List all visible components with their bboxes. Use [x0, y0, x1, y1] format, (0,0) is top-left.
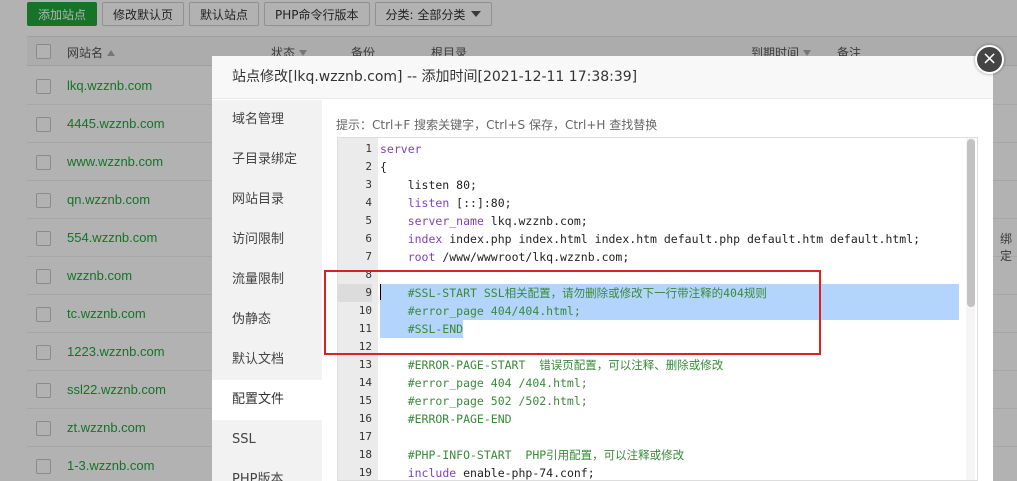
code-token: enable-php-74.conf; [456, 466, 595, 480]
code-line: 19 include enable-php-74.conf; [338, 464, 968, 480]
code-token: index.php index.html index.htm default.p… [442, 232, 921, 246]
sidebar-tab[interactable]: 默认文档 [212, 340, 322, 380]
code-token: [::]:80; [449, 196, 512, 210]
line-code: #PHP-INFO-START PHP引用配置，可以注释或修改 [380, 446, 684, 464]
line-number: 18 [358, 448, 372, 461]
code-token: listen 80; [380, 178, 477, 192]
line-code: include enable-php-74.conf; [380, 464, 595, 480]
code-line: 6 index index.php index.html index.htm d… [338, 230, 968, 248]
line-code: server_name lkq.wzznb.com; [380, 212, 588, 230]
line-code: server [380, 140, 422, 158]
line-code: listen 80; [380, 176, 477, 194]
line-number: 16 [358, 412, 372, 425]
line-code: #ERROR-PAGE-START 错误页配置，可以注释、删除或修改 [380, 356, 724, 374]
code-line: 1 server [338, 140, 968, 158]
sidebar-tab[interactable]: 伪静态 [212, 300, 322, 340]
code-token: #PHP-INFO-START PHP引用配置，可以注释或修改 [380, 448, 685, 462]
shortcut-hint: 提示：Ctrl+F 搜索关键字，Ctrl+S 保存，Ctrl+H 查找替换 [336, 118, 658, 132]
modal-title: 站点修改[lkq.wzznb.com] -- 添加时间[2021-12-11 1… [212, 56, 993, 99]
line-number: 1 [365, 142, 372, 155]
close-modal-button[interactable]: × [975, 45, 1004, 74]
site-edit-modal: 站点修改[lkq.wzznb.com] -- 添加时间[2021-12-11 1… [212, 56, 993, 481]
code-token: #error_page 502 /502.html; [380, 394, 588, 408]
code-line: 3 listen 80; [338, 176, 968, 194]
line-number: 4 [365, 196, 372, 209]
sidebar-tab[interactable]: SSL [212, 420, 322, 460]
line-number: 17 [358, 430, 372, 443]
code-line: 14 #error_page 404 /404.html; [338, 374, 968, 392]
code-line: 17 [338, 428, 968, 446]
code-line: 4 listen [::]:80; [338, 194, 968, 212]
modal-sidebar: 域名管理 子目录绑定 网站目录 访问限制 流量限制 伪静态 默认文档 配置文件 SSL PHP版本 [212, 100, 322, 481]
code-token: server_name [407, 214, 484, 228]
annotation-highlight-box [324, 270, 821, 355]
code-token: #ERROR-PAGE-END [380, 412, 512, 426]
code-line: 7 root /www/wwwroot/lkq.wzznb.com; [338, 248, 968, 266]
line-code: root /www/wwwroot/lkq.wzznb.com; [380, 248, 630, 266]
line-number: 14 [358, 376, 372, 389]
line-code: #ERROR-PAGE-END [380, 410, 512, 428]
sidebar-tab[interactable]: 流量限制 [212, 260, 322, 300]
code-line: 5 server_name lkq.wzznb.com; [338, 212, 968, 230]
sidebar-tab[interactable]: 网站目录 [212, 180, 322, 220]
line-number: 6 [365, 232, 372, 245]
code-line: 2{ [338, 158, 968, 176]
code-token: { [380, 160, 387, 174]
code-line: 13 #ERROR-PAGE-START 错误页配置，可以注释、删除或修改 [338, 356, 968, 374]
sidebar-tab[interactable]: 子目录绑定 [212, 140, 322, 180]
line-number: 19 [358, 466, 372, 479]
line-code: { [380, 158, 387, 176]
code-token: #ERROR-PAGE-START 错误页配置，可以注释、删除或修改 [380, 358, 724, 372]
line-number: 5 [365, 214, 372, 227]
sidebar-tab[interactable]: 域名管理 [212, 100, 322, 140]
code-line: 16 #ERROR-PAGE-END [338, 410, 968, 428]
code-token: #error_page 404 /404.html; [380, 376, 588, 390]
sidebar-tab[interactable]: 访问限制 [212, 220, 322, 260]
line-number: 13 [358, 358, 372, 371]
code-line: 18 #PHP-INFO-START PHP引用配置，可以注释或修改 [338, 446, 968, 464]
sidebar-tab[interactable]: 配置文件 [212, 380, 322, 420]
line-code: #error_page 502 /502.html; [380, 392, 588, 410]
code-token: server [380, 142, 422, 156]
line-number: 3 [365, 178, 372, 191]
code-token: index [407, 232, 443, 246]
sidebar-tab[interactable]: PHP版本 [212, 460, 322, 481]
line-number: 7 [365, 250, 372, 263]
code-token: include [407, 466, 457, 480]
line-code: index index.php index.html index.htm def… [380, 230, 920, 248]
editor-scrollbar-thumb[interactable] [967, 139, 975, 307]
code-token: root [407, 250, 436, 264]
code-token: lkq.wzznb.com; [483, 214, 588, 228]
code-token: listen [407, 196, 450, 210]
line-code: listen [::]:80; [380, 194, 512, 212]
line-number: 2 [365, 160, 372, 173]
code-line: 15 #error_page 502 /502.html; [338, 392, 968, 410]
line-number: 15 [358, 394, 372, 407]
code-token: /www/wwwroot/lkq.wzznb.com; [435, 250, 630, 264]
line-code: #error_page 404 /404.html; [380, 374, 588, 392]
